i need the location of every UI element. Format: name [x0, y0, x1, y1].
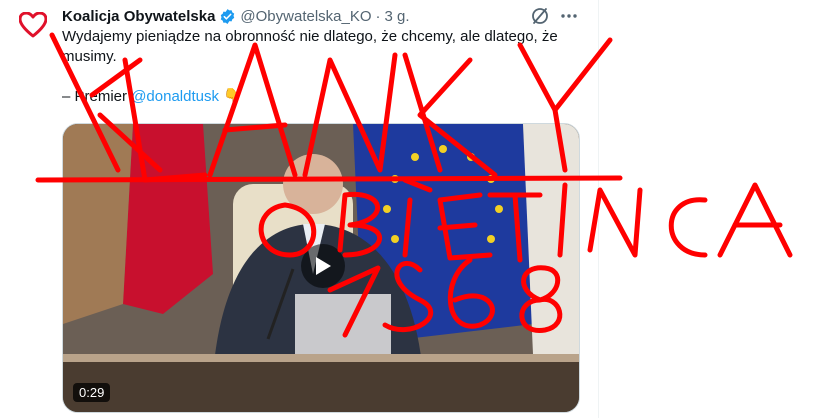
point-down-emoji: 👇	[223, 88, 242, 105]
mention-link[interactable]: @donaldtusk	[131, 88, 219, 105]
tweet-text-line-1: Wydajemy pieniądze na obronność nie dlat…	[62, 28, 558, 45]
avatar[interactable]	[12, 4, 54, 46]
tweet-text-line-3: – Premier @donaldtusk 👇	[62, 87, 582, 107]
author-name[interactable]: Koalicja Obywatelska	[62, 8, 215, 25]
video-duration: 0:29	[73, 383, 111, 402]
verified-badge-icon	[219, 8, 236, 25]
author-handle[interactable]: @Obywatelska_KO	[240, 8, 371, 25]
tweet-card[interactable]: Koalicja Obywatelska @Obywatelska_KO · 3…	[0, 0, 599, 418]
tweet-time[interactable]: 3 g.	[385, 8, 410, 25]
tweet-text-line-2: musimy.	[62, 48, 117, 65]
tweet-header: Koalicja Obywatelska @Obywatelska_KO · 3…	[62, 6, 584, 26]
separator-dot: ·	[375, 7, 381, 25]
heart-logo-icon	[19, 12, 47, 38]
grok-icon[interactable]	[530, 6, 550, 26]
tweet-text: Wydajemy pieniądze na obronność nie dlat…	[62, 27, 582, 107]
play-button[interactable]	[301, 244, 345, 288]
play-icon	[316, 257, 331, 275]
premier-label: – Premier	[62, 88, 132, 105]
video-player[interactable]: 0:29	[62, 123, 580, 413]
more-icon[interactable]	[558, 5, 580, 27]
